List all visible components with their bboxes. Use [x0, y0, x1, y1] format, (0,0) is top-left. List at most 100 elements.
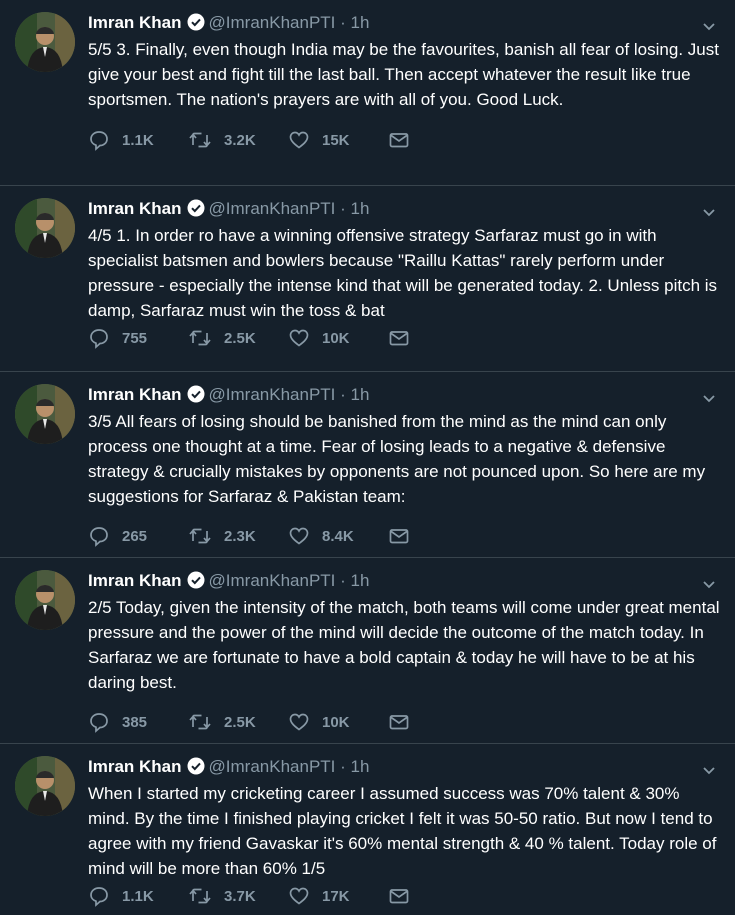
chevron-down-icon[interactable]: [699, 388, 719, 408]
tweet[interactable]: Imran Khan @ImranKhanPTI · 1h 4/5 1. In o…: [0, 186, 735, 372]
like-count: 10K: [322, 713, 350, 731]
tweet-actions: 385 2.5K 10K: [88, 710, 488, 734]
retweet-button[interactable]: 2.5K: [188, 327, 288, 349]
retweet-count: 3.2K: [224, 131, 256, 149]
reply-icon: [90, 329, 108, 349]
reply-count: 385: [122, 713, 148, 731]
tweet-timestamp[interactable]: 1h: [351, 757, 370, 776]
like-button[interactable]: 10K: [288, 711, 388, 733]
mail-icon: [389, 133, 409, 148]
chevron-down-icon[interactable]: [699, 574, 719, 594]
tweet-actions: 1.1K 3.2K 15K: [88, 128, 488, 152]
retweet-count: 3.7K: [224, 887, 256, 905]
reply-icon: [90, 131, 108, 151]
retweet-icon: [189, 528, 211, 544]
reply-button[interactable]: 265: [88, 525, 188, 547]
heart-icon: [289, 131, 309, 149]
separator-dot: ·: [340, 13, 346, 32]
retweet-icon: [189, 330, 211, 346]
share-button[interactable]: [388, 711, 488, 733]
avatar[interactable]: [15, 756, 75, 816]
author-name[interactable]: Imran Khan: [88, 757, 182, 776]
tweet-actions: 1.1K 3.7K 17K: [88, 884, 488, 908]
verified-badge-icon: [187, 385, 205, 409]
avatar[interactable]: [15, 384, 75, 444]
mail-icon: [389, 889, 409, 904]
tweet-text: 4/5 1. In order ro have a winning offens…: [88, 226, 718, 320]
author-name[interactable]: Imran Khan: [88, 571, 182, 590]
retweet-count: 2.5K: [224, 329, 256, 347]
verified-badge-icon: [187, 571, 205, 595]
share-button[interactable]: [388, 885, 488, 907]
separator-dot: ·: [340, 757, 346, 776]
reply-button[interactable]: 385: [88, 711, 188, 733]
tweet-timestamp[interactable]: 1h: [351, 571, 370, 590]
avatar[interactable]: [15, 12, 75, 72]
like-button[interactable]: 8.4K: [288, 525, 388, 547]
heart-icon: [289, 527, 309, 545]
tweet[interactable]: Imran Khan @ImranKhanPTI · 1h 5/5 3. Fina…: [0, 0, 735, 186]
reply-button[interactable]: 755: [88, 327, 188, 349]
reply-count: 1.1K: [122, 131, 154, 149]
retweet-icon: [189, 714, 211, 730]
author-name[interactable]: Imran Khan: [88, 385, 182, 404]
tweet-header: Imran Khan @ImranKhanPTI · 1h: [88, 384, 369, 409]
retweet-button[interactable]: 2.3K: [188, 525, 288, 547]
verified-badge-icon: [187, 757, 205, 781]
separator-dot: ·: [340, 199, 346, 218]
verified-badge-icon: [187, 199, 205, 223]
retweet-button[interactable]: 3.7K: [188, 885, 288, 907]
author-name[interactable]: Imran Khan: [88, 199, 182, 218]
tweet-timestamp[interactable]: 1h: [351, 199, 370, 218]
reply-count: 265: [122, 527, 148, 545]
retweet-button[interactable]: 2.5K: [188, 711, 288, 733]
avatar[interactable]: [15, 570, 75, 630]
tweet-text: 3/5 All fears of losing should be banish…: [88, 412, 706, 506]
share-button[interactable]: [388, 129, 488, 151]
author-name[interactable]: Imran Khan: [88, 13, 182, 32]
tweet-header: Imran Khan @ImranKhanPTI · 1h: [88, 756, 369, 781]
like-button[interactable]: 10K: [288, 327, 388, 349]
reply-count: 1.1K: [122, 887, 154, 905]
chevron-down-icon[interactable]: [699, 202, 719, 222]
like-count: 10K: [322, 329, 350, 347]
separator-dot: ·: [340, 571, 346, 590]
chevron-down-icon[interactable]: [699, 760, 719, 780]
tweet-header: Imran Khan @ImranKhanPTI · 1h: [88, 12, 369, 37]
tweet-timestamp[interactable]: 1h: [351, 13, 370, 32]
tweet-header: Imran Khan @ImranKhanPTI · 1h: [88, 198, 369, 223]
tweet[interactable]: Imran Khan @ImranKhanPTI · 1h 2/5 Today, …: [0, 558, 735, 744]
share-button[interactable]: [388, 327, 488, 349]
author-handle[interactable]: @ImranKhanPTI: [209, 199, 336, 218]
tweet[interactable]: Imran Khan @ImranKhanPTI · 1h 3/5 All fea…: [0, 372, 735, 558]
tweet-timestamp[interactable]: 1h: [351, 385, 370, 404]
tweet-timeline: Imran Khan @ImranKhanPTI · 1h 5/5 3. Fina…: [0, 0, 735, 915]
like-count: 15K: [322, 131, 350, 149]
author-handle[interactable]: @ImranKhanPTI: [209, 13, 336, 32]
author-handle[interactable]: @ImranKhanPTI: [209, 571, 336, 590]
reply-button[interactable]: 1.1K: [88, 885, 188, 907]
tweet[interactable]: Imran Khan @ImranKhanPTI · 1h When I star…: [0, 744, 735, 915]
like-button[interactable]: 17K: [288, 885, 388, 907]
reply-count: 755: [122, 329, 148, 347]
like-count: 8.4K: [322, 527, 354, 545]
chevron-down-icon[interactable]: [699, 16, 719, 36]
reply-icon: [90, 527, 108, 547]
mail-icon: [389, 331, 409, 346]
reply-icon: [90, 887, 108, 907]
mail-icon: [389, 715, 409, 730]
reply-button[interactable]: 1.1K: [88, 129, 188, 151]
retweet-button[interactable]: 3.2K: [188, 129, 288, 151]
author-handle[interactable]: @ImranKhanPTI: [209, 757, 336, 776]
retweet-icon: [189, 888, 211, 904]
avatar[interactable]: [15, 198, 75, 258]
tweet-text: 5/5 3. Finally, even though India may be…: [88, 40, 719, 109]
retweet-count: 2.3K: [224, 527, 256, 545]
like-button[interactable]: 15K: [288, 129, 388, 151]
tweet-actions: 265 2.3K 8.4K: [88, 524, 488, 548]
separator-dot: ·: [340, 385, 346, 404]
share-button[interactable]: [388, 525, 488, 547]
author-handle[interactable]: @ImranKhanPTI: [209, 385, 336, 404]
reply-icon: [90, 713, 108, 733]
heart-icon: [289, 329, 309, 347]
